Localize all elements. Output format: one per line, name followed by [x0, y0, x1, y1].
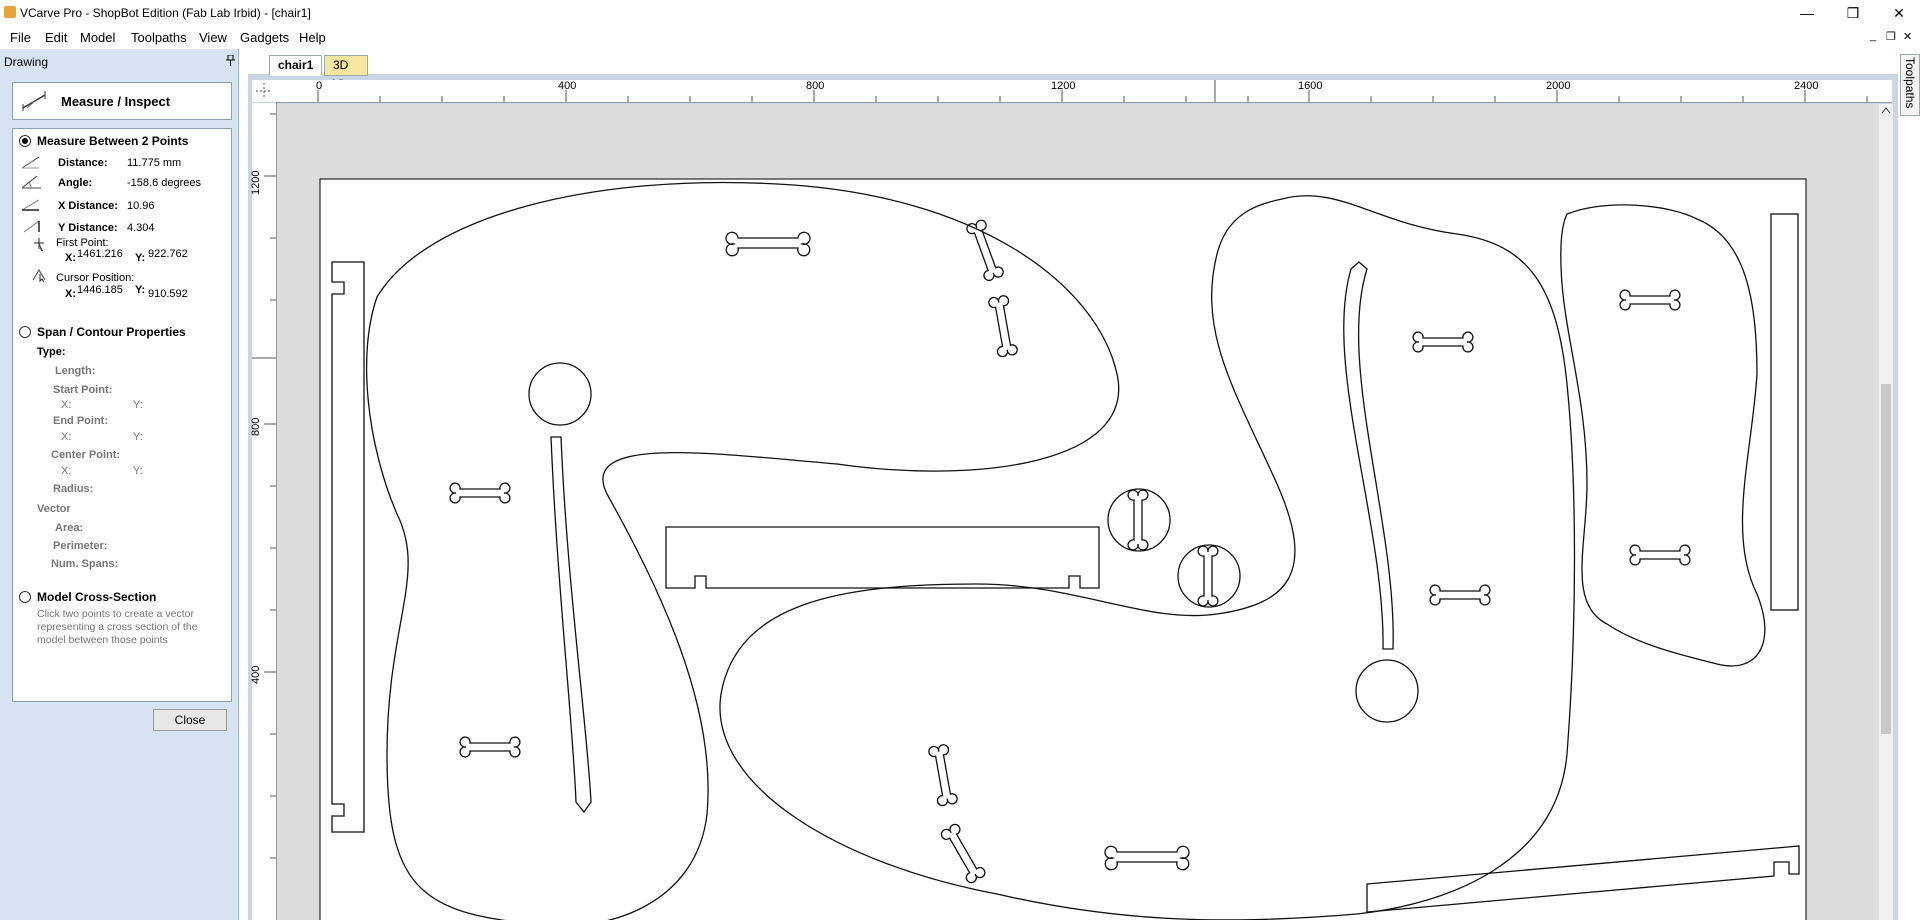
ruler-tick-800: 800: [806, 80, 825, 92]
y-distance-label: Y Distance:: [58, 222, 118, 234]
y-distance-icon: [23, 220, 40, 233]
menu-bar: File Edit Model Toolpaths View Gadgets H…: [0, 26, 1922, 49]
cross-section-desc-1: Click two points to create a vector: [37, 608, 194, 620]
drawing-canvas[interactable]: [277, 104, 1879, 920]
ruler-origin-icon[interactable]: [252, 80, 276, 102]
drawing-svg: [319, 178, 1807, 920]
end-y-label: Y:: [133, 431, 143, 443]
first-point-x-label: X:: [65, 252, 76, 264]
restore-button[interactable]: ❐: [1830, 0, 1876, 26]
center-y-label: Y:: [133, 465, 143, 477]
x-distance-label: X Distance:: [58, 200, 118, 212]
tab-chair1[interactable]: chair1: [269, 55, 323, 76]
x-distance-value: 10.96: [127, 200, 155, 212]
distance-icon: [21, 156, 40, 169]
title-bar: VCarve Pro - ShopBot Edition (Fab Lab Ir…: [0, 0, 1922, 26]
tool-header: Measure / Inspect: [12, 82, 232, 120]
doc-restore-button[interactable]: ❐: [1886, 30, 1896, 43]
cursor-y-label: Y:: [135, 284, 146, 296]
y-distance-value: 4.304: [127, 222, 155, 234]
first-point-y-label: Y:: [135, 252, 146, 264]
cross-section-desc-2: representing a cross section of the: [37, 621, 198, 633]
ruler-tick-v800: 800: [250, 417, 262, 436]
start-point-label: Start Point:: [53, 384, 113, 396]
vertical-scrollbar[interactable]: [1879, 104, 1893, 920]
menu-file[interactable]: File: [10, 30, 31, 45]
horizontal-ruler: 0 400 800 1200 1600 2000 2400: [276, 80, 1892, 103]
doc-minimize-button[interactable]: _: [1870, 30, 1876, 42]
measure-tool-icon: [22, 91, 46, 111]
length-label: Length:: [55, 365, 96, 377]
ruler-tick-0: 0: [316, 80, 323, 92]
vector-label: Vector: [37, 503, 71, 515]
cursor-x-label: X:: [65, 288, 76, 300]
ruler-tick-2000: 2000: [1546, 80, 1571, 92]
panel-header: Drawing: [4, 55, 49, 69]
right-dock: [1898, 49, 1922, 920]
cross-section-desc-3: model between those points: [37, 634, 168, 646]
start-x-label: X:: [61, 399, 72, 411]
end-x-label: X:: [61, 431, 72, 443]
close-button[interactable]: Close: [153, 709, 227, 731]
measure-2-points-label[interactable]: Measure Between 2 Points: [37, 134, 188, 148]
cross-section-label[interactable]: Model Cross-Section: [37, 590, 156, 604]
menu-toolpaths[interactable]: Toolpaths: [131, 30, 187, 45]
minimize-button[interactable]: —: [1784, 0, 1830, 26]
scrollbar-thumb[interactable]: [1881, 384, 1891, 734]
cross-section-radio[interactable]: [19, 591, 31, 603]
span-contour-radio[interactable]: [19, 326, 31, 338]
menu-edit[interactable]: Edit: [45, 30, 67, 45]
angle-value: -158.6 degrees: [127, 177, 201, 189]
angle-label: Angle:: [58, 177, 93, 189]
doc-close-button[interactable]: ✕: [1903, 30, 1912, 43]
center-point-label: Center Point:: [51, 449, 121, 461]
first-point-x-value: 1461.216: [77, 248, 123, 260]
radius-label: Radius:: [53, 483, 94, 495]
ruler-tick-v1200: 1200: [250, 170, 262, 195]
drawing-panel: Drawing Measure / Inspect Measure Betwee…: [0, 49, 239, 920]
distance-value: 11.775 mm: [127, 157, 182, 169]
end-point-label: End Point:: [53, 415, 108, 427]
app-icon: [4, 6, 16, 18]
type-label: Type:: [37, 346, 66, 358]
ruler-tick-1600: 1600: [1298, 80, 1323, 92]
pin-icon[interactable]: [226, 54, 235, 69]
ruler-tick-1200: 1200: [1051, 80, 1076, 92]
perimeter-label: Perimeter:: [53, 540, 108, 552]
span-contour-label[interactable]: Span / Contour Properties: [37, 325, 186, 339]
menu-view[interactable]: View: [199, 30, 227, 45]
ruler-tick-400: 400: [558, 80, 577, 92]
num-spans-label: Num. Spans:: [51, 558, 119, 570]
start-y-label: Y:: [133, 399, 143, 411]
first-point-icon: [34, 238, 44, 251]
area-label: Area:: [55, 522, 84, 534]
cursor-y-value: 910.592: [148, 288, 188, 300]
close-window-button[interactable]: ✕: [1876, 0, 1922, 26]
menu-help[interactable]: Help: [299, 30, 326, 45]
cursor-x-value: 1446.185: [77, 284, 123, 296]
menu-gadgets[interactable]: Gadgets: [240, 30, 289, 45]
toolpaths-tab[interactable]: Toolpaths: [1900, 54, 1920, 116]
cursor-position-label: Cursor Position:: [56, 272, 135, 284]
ruler-tick-v400: 400: [250, 665, 262, 684]
x-distance-icon: [21, 199, 40, 211]
angle-icon: [21, 175, 41, 189]
vertical-ruler: 1200 800 400: [250, 103, 277, 920]
center-x-label: X:: [61, 465, 72, 477]
distance-label: Distance:: [58, 157, 108, 169]
tool-title: Measure / Inspect: [61, 94, 171, 109]
measure-2-points-radio[interactable]: [19, 135, 31, 147]
first-point-y-value: 922.762: [148, 248, 188, 260]
menu-model[interactable]: Model: [80, 30, 115, 45]
tab-3d-view[interactable]: 3D View: [324, 55, 368, 91]
options-box: Measure Between 2 Points Distance: 11.77…: [12, 128, 232, 702]
window-title: VCarve Pro - ShopBot Edition (Fab Lab Ir…: [20, 6, 311, 20]
cursor-position-icon: [32, 269, 46, 283]
ruler-tick-2400: 2400: [1794, 80, 1819, 92]
